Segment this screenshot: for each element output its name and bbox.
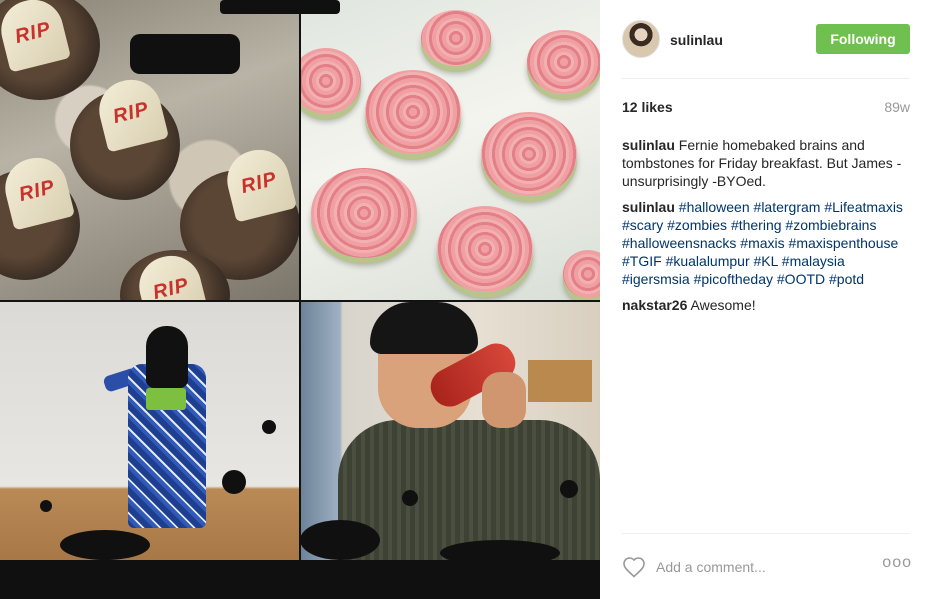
brain-cupcake (301, 48, 361, 114)
hashtag-link[interactable]: #halloween (679, 199, 750, 215)
grunge-splatter (402, 490, 418, 506)
grunge-splatter (60, 530, 150, 560)
hashtag-comment: sulinlau #halloween #latergram #Lifeatma… (622, 198, 912, 288)
hashtag-link[interactable]: #maxis (740, 235, 784, 251)
hashtag-link[interactable]: #kualalumpur (666, 253, 750, 269)
hashtag-link[interactable]: #thering (731, 217, 782, 233)
kimono-obi (146, 388, 186, 410)
photo-tile-brain-cupcakes (301, 0, 600, 300)
man-hair (370, 302, 478, 354)
divider (622, 78, 910, 79)
brain-cupcake (311, 168, 417, 258)
brain-cupcake (421, 10, 491, 66)
cardboard-box (528, 360, 592, 402)
divider (622, 533, 910, 534)
hashtag-link[interactable]: #KL (754, 253, 778, 269)
grunge-splatter (40, 500, 52, 512)
hashtag-link[interactable]: #TGIF (622, 253, 662, 269)
comment-username[interactable]: sulinlau (622, 199, 675, 215)
hashtag-link[interactable]: #OOTD (777, 271, 825, 287)
hashtag-link[interactable]: #halloweensnacks (622, 235, 736, 251)
grunge-splatter (440, 540, 560, 566)
hashtag-link[interactable]: #picoftheday (694, 271, 773, 287)
add-comment-input[interactable] (656, 556, 866, 578)
caption-comment: sulinlau Fernie homebaked brains and tom… (622, 136, 912, 190)
hashtag-link[interactable]: #malaysia (782, 253, 845, 269)
grunge-splatter (220, 0, 340, 14)
comment-username[interactable]: nakstar26 (622, 297, 687, 313)
brain-cupcake (437, 206, 533, 292)
hashtag-link[interactable]: #igersmsia (622, 271, 690, 287)
brain-cupcake (365, 70, 461, 154)
grunge-splatter (262, 420, 276, 434)
hashtag-link[interactable]: #potd (829, 271, 864, 287)
grunge-splatter (0, 560, 600, 599)
kimono-hair (146, 326, 188, 388)
post-age[interactable]: 89w (884, 99, 910, 115)
username-link[interactable]: sulinlau (670, 32, 723, 48)
brain-cupcake (563, 250, 600, 298)
grunge-splatter (300, 520, 380, 560)
grunge-splatter (560, 480, 578, 498)
man-hand (482, 372, 526, 428)
hashtag-link[interactable]: #maxispenthouse (789, 235, 899, 251)
comment-username[interactable]: sulinlau (622, 137, 675, 153)
following-button[interactable]: Following (816, 24, 910, 54)
post-header: sulinlau Following (600, 0, 934, 78)
post-sidebar: sulinlau Following 12 likes 89w sulinlau… (600, 0, 934, 599)
reply-comment: nakstar26 Awesome! (622, 296, 912, 314)
brain-cupcake (481, 112, 577, 196)
grunge-splatter (130, 34, 240, 74)
avatar[interactable] (622, 20, 660, 58)
more-options-icon[interactable]: ooo (882, 554, 912, 572)
comment-list: sulinlau Fernie homebaked brains and tom… (622, 136, 912, 322)
hashtag-link[interactable]: #scary (622, 217, 663, 233)
grunge-splatter (222, 470, 246, 494)
comment-bar: ooo (622, 554, 912, 582)
hashtag-link[interactable]: #zombiebrains (785, 217, 876, 233)
hashtag-link[interactable]: #zombies (667, 217, 727, 233)
hashtag-link[interactable]: #latergram (754, 199, 821, 215)
comment-text: Awesome! (690, 297, 756, 313)
likes-count[interactable]: 12 likes (622, 99, 673, 115)
brain-cupcake (527, 30, 600, 94)
hashtag-link[interactable]: #Lifeatmaxis (824, 199, 903, 215)
post-photo[interactable]: RIP RIP RIP RIP RIP (0, 0, 600, 599)
heart-outline-icon[interactable] (622, 556, 646, 578)
